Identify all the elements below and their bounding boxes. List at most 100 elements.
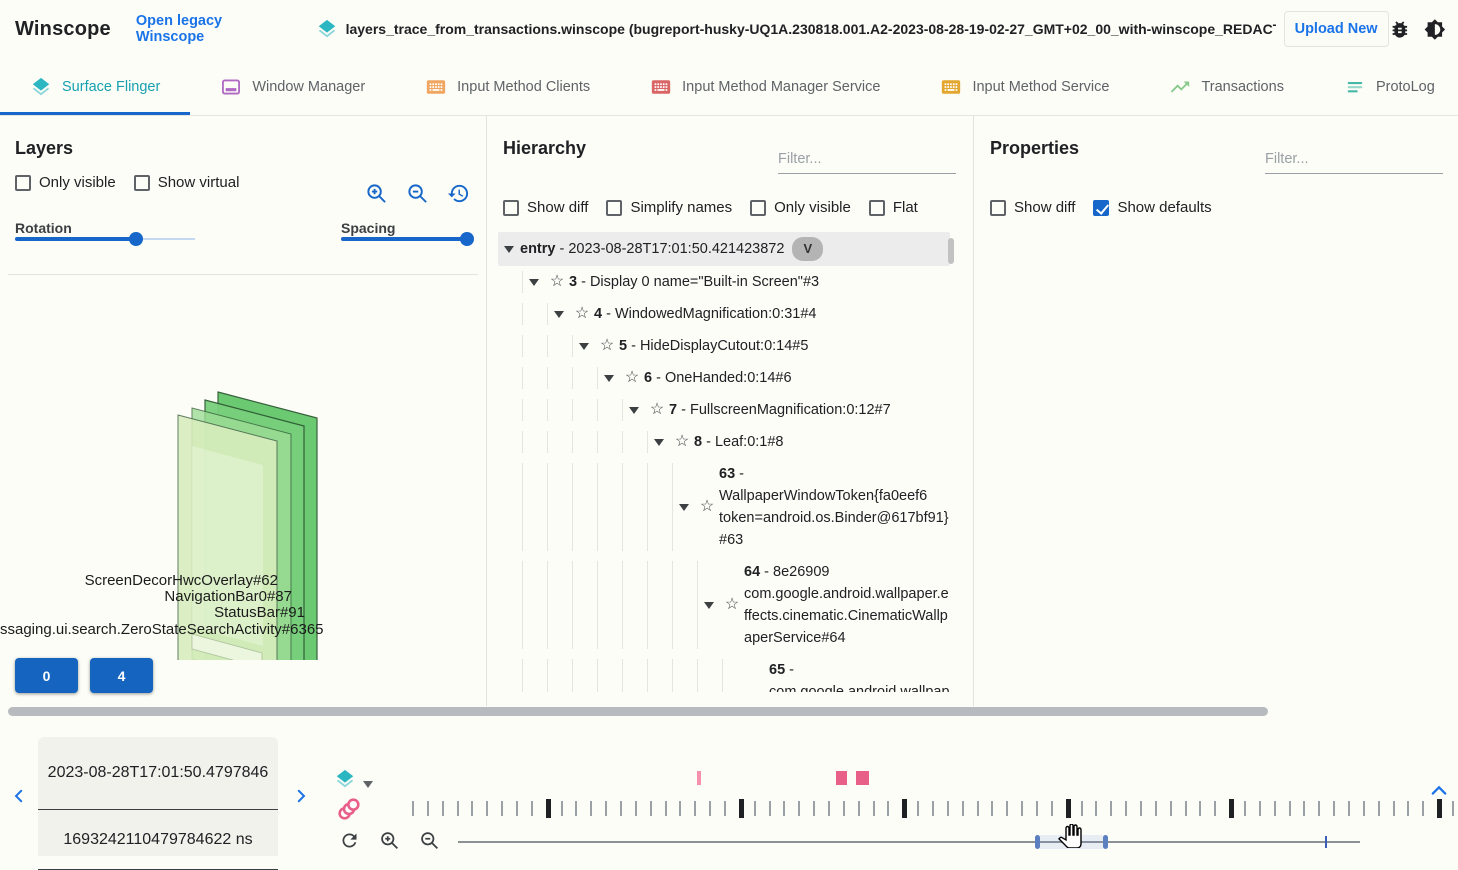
pin-star-icon[interactable]: ☆ (670, 431, 694, 453)
checkbox-flat[interactable]: Flat (869, 199, 918, 216)
horizontal-scrollbar[interactable] (8, 707, 1268, 716)
tree-node-label[interactable]: entry - 2023-08-28T17:01:50.421423872V (520, 237, 950, 261)
tree-node-entry[interactable]: entry - 2023-08-28T17:01:50.421423872V (498, 232, 950, 266)
collapse-caret-icon[interactable] (648, 436, 670, 448)
checkbox-box[interactable] (15, 175, 31, 191)
pin-star-icon[interactable]: ☆ (620, 367, 644, 389)
collapse-caret-icon[interactable] (673, 501, 695, 513)
zoom-out-icon[interactable] (406, 182, 429, 205)
pin-star-icon[interactable]: ☆ (695, 496, 719, 518)
upload-new-button[interactable]: Upload New (1284, 11, 1389, 47)
pin-star-icon[interactable]: ☆ (720, 594, 744, 616)
tree-node-5[interactable]: ☆5 - HideDisplayCutout:0:14#5 (498, 330, 950, 362)
checkbox-show-defaults[interactable]: Show defaults (1093, 199, 1211, 216)
tree-node-label[interactable]: 6 - OneHanded:0:14#6 (644, 367, 950, 389)
dark-mode-icon[interactable] (1424, 18, 1446, 41)
rotation-slider-thumb[interactable] (129, 232, 143, 246)
checkbox-box[interactable] (869, 200, 885, 216)
pin-star-icon[interactable]: ☆ (570, 303, 594, 325)
tab-protolog[interactable]: ProtoLog (1314, 58, 1458, 115)
checkbox-only-visible[interactable]: Only visible (750, 199, 851, 216)
bug-report-icon[interactable] (1389, 18, 1411, 41)
reset-view-icon[interactable] (447, 182, 470, 205)
zoom-in-icon[interactable] (365, 182, 388, 205)
tree-node-3[interactable]: ☆3 - Display 0 name="Built-in Screen"#3 (498, 266, 950, 298)
checkbox-show-diff[interactable]: Show diff (503, 199, 588, 216)
tab-window-manager[interactable]: Window Manager (190, 58, 395, 115)
tab-input-method-manager-service[interactable]: Input Method Manager Service (620, 58, 910, 115)
hierarchy-scrollbar[interactable] (948, 238, 954, 264)
checkbox-show-virtual[interactable]: Show virtual (134, 174, 240, 191)
tree-node-label[interactable]: 64 - 8e26909 com.google.android.wallpape… (744, 561, 950, 649)
checkbox-box[interactable] (750, 200, 766, 216)
transition-marker[interactable] (697, 771, 701, 785)
collapse-caret-icon[interactable] (598, 372, 620, 384)
collapse-timeline-icon[interactable] (1428, 782, 1450, 798)
collapse-caret-icon[interactable] (573, 340, 595, 352)
timestamp-ns-input[interactable]: 1693242110479784622 ns (38, 811, 278, 870)
layer-label[interactable]: ssaging.ui.search.ZeroStateSearchActivit… (0, 621, 318, 638)
tab-input-method-clients[interactable]: Input Method Clients (395, 58, 620, 115)
checkbox-box[interactable] (606, 200, 622, 216)
tree-node-label[interactable]: 7 - FullscreenMagnification:0:12#7 (669, 399, 950, 421)
tree-node-label[interactable]: 65 - com.google.android.wallpaper.effect… (769, 659, 950, 692)
collapse-caret-icon[interactable] (623, 404, 645, 416)
tree-node-label[interactable]: 4 - WindowedMagnification:0:31#4 (594, 303, 950, 325)
next-entry-button[interactable] (292, 783, 310, 809)
timeline-transitions-trace-icon[interactable] (336, 796, 362, 822)
tree-node-label[interactable]: 8 - Leaf:0:1#8 (694, 431, 950, 453)
properties-filter-input[interactable]: Filter... (1265, 148, 1443, 174)
tab-input-method-service[interactable]: Input Method Service (910, 58, 1139, 115)
trace-selector-caret-icon[interactable] (362, 776, 374, 786)
range-slider-handle-right[interactable] (1103, 835, 1108, 849)
range-slider-track[interactable] (458, 841, 1360, 843)
checkbox-simplify-names[interactable]: Simplify names (606, 199, 732, 216)
tab-transactions[interactable]: Transactions (1139, 58, 1313, 115)
hierarchy-filter-input[interactable]: Filter... (778, 148, 956, 174)
spacing-slider-thumb[interactable] (460, 232, 474, 246)
pin-star-icon[interactable]: ☆ (645, 399, 669, 421)
checkbox-only-visible[interactable]: Only visible (15, 174, 116, 191)
timeline-zoom-out-icon[interactable] (419, 830, 440, 851)
checkbox-box[interactable] (990, 200, 1006, 216)
tree-node-6[interactable]: ☆6 - OneHanded:0:14#6 (498, 362, 950, 394)
open-legacy-link[interactable]: Open legacy Winscope (136, 13, 286, 45)
tab-surface-flinger[interactable]: Surface Flinger (0, 58, 190, 115)
timeline-refresh-icon[interactable] (339, 830, 360, 851)
spacing-slider[interactable] (341, 232, 467, 246)
layer-label[interactable]: ScreenDecorHwcOverlay#62 (0, 572, 278, 589)
display-button-4[interactable]: 4 (90, 658, 153, 693)
timeline-zoom-in-icon[interactable] (379, 830, 400, 851)
checkbox-show-diff[interactable]: Show diff (990, 199, 1075, 216)
range-slider-handle-left[interactable] (1035, 835, 1040, 849)
collapse-caret-icon[interactable] (523, 276, 545, 288)
pin-star-icon[interactable]: ☆ (545, 271, 569, 293)
prev-entry-button[interactable] (10, 783, 28, 809)
layer-label[interactable]: StatusBar#91 (0, 604, 305, 621)
tree-node-4[interactable]: ☆4 - WindowedMagnification:0:31#4 (498, 298, 950, 330)
timestamp-human-input[interactable]: 2023-08-28T17:01:50.4797846 (38, 737, 278, 810)
tree-node-63[interactable]: ☆63 - WallpaperWindowToken{fa0eef6 token… (498, 458, 950, 556)
tree-node-8[interactable]: ☆8 - Leaf:0:1#8 (498, 426, 950, 458)
collapse-caret-icon[interactable] (498, 243, 520, 255)
rotation-slider[interactable] (15, 232, 195, 246)
transition-marker[interactable] (836, 771, 847, 785)
layer-label[interactable]: NavigationBar0#87 (0, 588, 292, 605)
display-button-0[interactable]: 0 (15, 658, 78, 693)
collapse-caret-icon[interactable] (548, 308, 570, 320)
collapse-caret-icon[interactable] (698, 599, 720, 611)
timeline-layers-trace-icon[interactable] (334, 768, 356, 790)
tree-node-label[interactable]: 63 - WallpaperWindowToken{fa0eef6 token=… (719, 463, 950, 551)
tree-node-label[interactable]: 5 - HideDisplayCutout:0:14#5 (619, 335, 950, 357)
tree-node-label[interactable]: 3 - Display 0 name="Built-in Screen"#3 (569, 271, 950, 293)
pin-star-icon[interactable]: ☆ (595, 335, 619, 357)
tree-node-64[interactable]: ☆64 - 8e26909 com.google.android.wallpap… (498, 556, 950, 654)
ruler-tick (754, 801, 756, 816)
checkbox-box[interactable] (134, 175, 150, 191)
tree-node-65[interactable]: ☆65 - com.google.android.wallpaper.effec… (498, 654, 950, 692)
checkbox-box[interactable] (503, 200, 519, 216)
tree-node-7[interactable]: ☆7 - FullscreenMagnification:0:12#7 (498, 394, 950, 426)
ruler-tick (1348, 801, 1350, 816)
checkbox-box[interactable] (1093, 200, 1109, 216)
transition-marker[interactable] (856, 771, 869, 785)
